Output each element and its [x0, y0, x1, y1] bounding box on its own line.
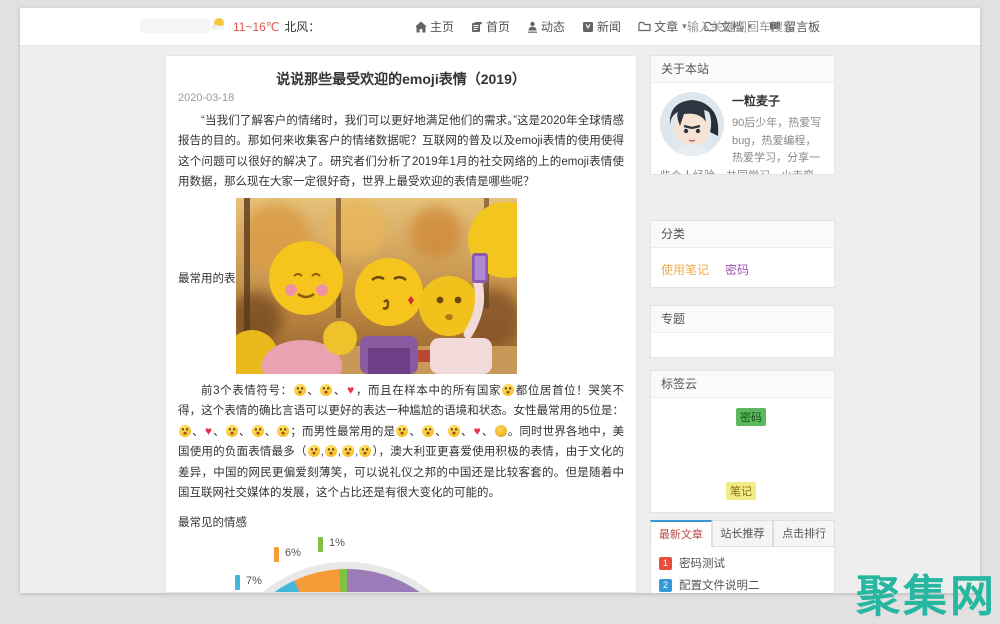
emoji-heart-icon: ♥: [205, 424, 212, 438]
category-link[interactable]: 密码: [725, 261, 749, 278]
emoji-rofl-icon: [277, 425, 289, 437]
chart-callout: 6%: [274, 547, 301, 562]
pages-icon: [471, 21, 483, 33]
nav-item-feed[interactable]: 动态: [527, 18, 565, 35]
nav-item-home[interactable]: 主页: [415, 18, 454, 35]
folder-icon: [638, 21, 651, 32]
site-logo: [140, 19, 210, 33]
emoji-joy-icon: [294, 384, 306, 396]
search-input[interactable]: [685, 15, 839, 39]
emoji-heart-icon: ♥: [474, 424, 481, 438]
home-icon: [415, 21, 427, 33]
about-widget: 关于本站 一粒麦子 90后少年，热爱写bug，热爱编程，热爱学习，分享一些个人经…: [650, 55, 835, 175]
emoji-joy-icon: [502, 384, 514, 396]
emotion-donut-chart: 1% 6% 7% 11% Joy Sadnes: [166, 534, 636, 593]
emoji-smirk-icon: [342, 445, 354, 457]
widget-title: 专题: [651, 306, 834, 333]
article-paragraph: “当我们了解客户的情绪时，我们可以更好地满足他们的需求。”这是2020年全球情感…: [178, 111, 624, 193]
article-card: 说说那些最受欢迎的emoji表情（2019） 2020-03-18 “当我们了解…: [165, 55, 637, 593]
chart-callout: 1%: [318, 537, 345, 552]
top-navbar: 11~16℃ 北风： 主页 首页 动态 新闻 文章 ▾: [20, 8, 980, 46]
emoji-sob-icon: [448, 425, 460, 437]
widget-title: 标签云: [651, 371, 834, 398]
tagcloud-widget: 标签云 密码 笔记: [650, 370, 835, 513]
emoji-sob-icon: [308, 445, 320, 457]
page-title: 说说那些最受欢迎的emoji表情（2019）: [178, 69, 624, 89]
categories-widget: 分类 使用笔记 密码: [650, 220, 835, 288]
sun-icon: [210, 16, 228, 37]
tab-latest-articles[interactable]: 最新文章: [650, 520, 712, 547]
article-date: 2020-03-18: [178, 92, 624, 104]
emoji-heart-eyes-icon: [252, 425, 264, 437]
widget-title: 分类: [651, 221, 834, 248]
emoji-rofl-icon: [422, 425, 434, 437]
emoji-pleading-icon: [359, 445, 371, 457]
emoji-joy-icon: [325, 445, 337, 457]
article-tabs-widget: 最新文章 站长推荐 点击排行 1 密码测试 2 配置文件说明二 3 配置文件说明: [650, 520, 835, 593]
widget-title: 关于本站: [651, 56, 834, 83]
nav-item-frontpage[interactable]: 首页: [471, 18, 510, 35]
tag-link[interactable]: 密码: [736, 408, 766, 426]
wind-text: 北风：: [284, 18, 320, 35]
emoji-heart-icon: ♥: [347, 383, 355, 397]
chart-callout: 7%: [235, 575, 262, 590]
list-item[interactable]: 2 配置文件说明二: [659, 574, 826, 593]
tab-recommended[interactable]: 站长推荐: [712, 520, 774, 547]
emoji-joy-icon: [396, 425, 408, 437]
nav-item-news[interactable]: 新闻: [582, 18, 621, 35]
person-icon: [527, 21, 538, 33]
article-figure: 最常用的表情: [178, 198, 624, 374]
category-link[interactable]: 使用笔记: [661, 261, 709, 278]
avatar: [660, 92, 724, 156]
chart-heading: 最常见的情感: [178, 514, 624, 530]
page-container: 11~16℃ 北风： 主页 首页 动态 新闻 文章 ▾: [20, 8, 980, 593]
emoji-joy-icon: [179, 425, 191, 437]
rank-badge: 1: [659, 557, 672, 570]
nav-item-articles[interactable]: 文章 ▾: [638, 18, 687, 35]
weather-widget: 11~16℃ 北风：: [210, 8, 320, 45]
tag-link[interactable]: 笔记: [726, 482, 756, 500]
emoji-sob-icon: [320, 384, 332, 396]
emoji-people-photo: [236, 198, 517, 374]
list-item[interactable]: 1 密码测试: [659, 552, 826, 574]
emoji-thumbs-up-icon: [495, 425, 507, 437]
news-icon: [582, 21, 594, 33]
temperature-text: 11~16℃: [233, 20, 279, 34]
topics-widget: 专题: [650, 305, 835, 358]
site-watermark: 聚集网: [856, 560, 997, 624]
article-paragraph-emojis: 前3个表情符号：、、♥，而且在样本中的所有国家都位居首位！哭笑不得，这个表情的确…: [178, 381, 624, 504]
tab-click-ranking[interactable]: 点击排行: [773, 520, 835, 547]
emoji-sob-icon: [226, 425, 238, 437]
rank-badge: 2: [659, 579, 672, 592]
